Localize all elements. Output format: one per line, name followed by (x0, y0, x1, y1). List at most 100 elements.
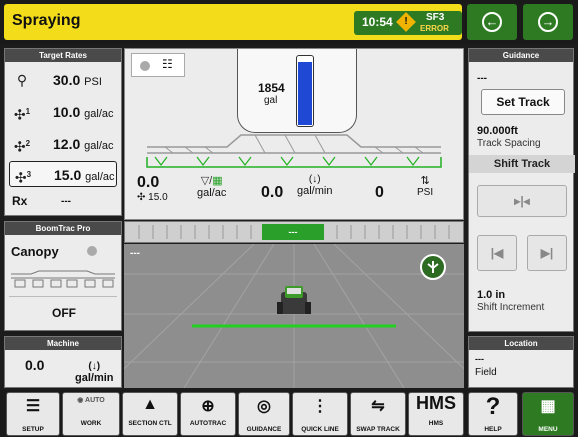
alert-code: SF3 (426, 12, 445, 23)
product-2-icon: ✣2 (13, 138, 31, 155)
toolbar-setup[interactable]: ☰ SETUP (6, 392, 60, 436)
guidance-icon: ◎ (257, 398, 271, 415)
set-track-button[interactable]: Set Track (481, 89, 565, 115)
tank-unit: gal (264, 95, 278, 106)
boomtrac-panel[interactable]: BoomTrac Pro Canopy OFF (4, 221, 122, 331)
work-auto-label: AUTO (85, 397, 105, 404)
toolbar-label: HMS (428, 420, 444, 427)
location-field: Field (475, 367, 497, 378)
location-title: Location (469, 337, 573, 350)
toolbar-autotrac[interactable]: ⊕ AUTOTRAC (180, 392, 236, 436)
product-3-icon: ✣3 (14, 169, 32, 186)
toolbar-work[interactable]: ◉ AUTO WORK (62, 392, 120, 436)
nozzle-status-button[interactable]: ☷ (131, 53, 185, 77)
target-rates-panel: Target Rates ⚲ 30.0 PSI ✣1 10.0 gal/ac ✣… (4, 48, 122, 216)
toolbar-label: MENU (538, 426, 558, 433)
shift-left-button[interactable]: |◀ (477, 235, 517, 271)
guidance-map[interactable]: --- (124, 244, 464, 388)
pressure-unit-block: ⇅ PSI (417, 174, 433, 220)
machine-unit-wrap: (↓) gal/min (75, 361, 114, 384)
toolbar-quick-line[interactable]: ⋮ QUICK LINE (292, 392, 348, 436)
map-perspective (124, 244, 464, 388)
track-spacing-value: 90.000ft (477, 125, 518, 137)
boomtrac-title: BoomTrac Pro (5, 222, 121, 235)
machine-panel: Machine 0.0 (↓) gal/min (4, 336, 122, 388)
nozzle-icon: ☷ (162, 57, 173, 71)
rate-value: 15.0 (54, 167, 82, 183)
rate-unit: gal/ac (197, 187, 227, 199)
bottom-toolbar: ☰ SETUP ◉ AUTO WORK ▲ SECTION CTL ⊕ AUTO… (0, 390, 578, 437)
compass-button[interactable] (420, 254, 446, 280)
section-control-icon: ▲ (142, 396, 158, 413)
setup-list-icon: ☰ (25, 398, 41, 415)
pressure-unit: PSI (417, 187, 434, 198)
forward-button[interactable]: → (523, 4, 573, 40)
shift-track-header: Shift Track (469, 155, 575, 173)
flow-icon: (↓) (88, 361, 101, 372)
section-bar[interactable]: --- (124, 221, 464, 243)
rate-mode-icon: ▽/▦ (200, 175, 223, 187)
applied-rate: 0.0 ✣ 15.0 (137, 174, 168, 220)
shift-left-icon: |◀ (490, 246, 504, 260)
boomtrac-mode: Canopy (11, 244, 59, 259)
toolbar-menu[interactable]: ▦ MENU (522, 392, 574, 436)
product-icon: ✣ (137, 192, 146, 203)
arrow-left-circle-icon: ← (482, 12, 502, 32)
toolbar-label: SWAP TRACK (356, 426, 400, 433)
target-rates-title: Target Rates (5, 49, 121, 62)
flow-unit: gal/min (297, 185, 333, 197)
tank-display: 1854 gal (237, 49, 357, 133)
machine-title: Machine (5, 337, 121, 350)
location-panel[interactable]: Location --- Field (468, 336, 574, 388)
boomtrac-state: OFF (52, 306, 76, 320)
work-auto-icon: ◉ (77, 397, 84, 404)
track-spacing-label: Track Spacing (477, 138, 541, 149)
toolbar-label: QUICK LINE (301, 426, 339, 433)
toolbar-label: WORK (80, 420, 102, 427)
rate-row-pressure[interactable]: ⚲ 30.0 PSI (9, 67, 117, 93)
machine-unit: gal/min (75, 372, 114, 384)
applied-rate-value: 0.0 (137, 174, 160, 191)
toolbar-label: AUTOTRAC (189, 420, 227, 427)
status-led-icon (140, 61, 150, 71)
alert-status: ERROR (420, 24, 449, 33)
toolbar-hms[interactable]: HMS HMS (408, 392, 464, 436)
rate-row-product-3[interactable]: ✣3 15.0 gal/ac (9, 161, 117, 187)
tank-fill-level (298, 62, 312, 125)
flow-unit-block: (↓) gal/min (297, 174, 332, 220)
machine-value: 0.0 (25, 357, 45, 373)
pressure-icon: ⇅ (420, 175, 430, 187)
product-1-icon: ✣1 (13, 106, 31, 123)
rate-row-product-1[interactable]: ✣1 10.0 gal/ac (9, 99, 117, 125)
toolbar-swap-track[interactable]: ⇋ SWAP TRACK (350, 392, 406, 436)
clock-time: 10:54 (362, 15, 393, 29)
shift-right-button[interactable]: ▶| (527, 235, 567, 271)
divider (9, 296, 117, 297)
center-track-icon: ▸|◂ (514, 194, 530, 208)
toolbar-help[interactable]: ? HELP (468, 392, 518, 436)
shift-right-icon: ▶| (540, 246, 554, 260)
rate-value: 10.0 (53, 104, 81, 120)
page-title: Spraying (12, 12, 81, 29)
rate-unit: PSI (84, 76, 102, 88)
menu-grid-icon: ▦ (540, 398, 556, 415)
warning-icon: ! (396, 12, 416, 32)
pressure-gauge-icon: ⚲ (16, 72, 28, 88)
sprayer-status-area: ☷ 1854 gal 0.0 ✣ 15.0 ▽/▦ gal/ac 0.0 (↓)… (124, 48, 464, 220)
toolbar-label: SECTION CTL (128, 420, 172, 427)
guidance-panel: Guidance --- Set Track 90.000ft Track Sp… (468, 48, 575, 332)
tank-gauge (296, 55, 314, 127)
rate-row-product-2[interactable]: ✣2 12.0 gal/ac (9, 131, 117, 157)
toolbar-guidance[interactable]: ◎ GUIDANCE (238, 392, 290, 436)
swap-track-icon: ⇋ (371, 398, 385, 415)
shift-center-button[interactable]: ▸|◂ (477, 185, 567, 217)
rate-value: 12.0 (53, 136, 81, 152)
sprayer-boom-icon (146, 134, 442, 168)
rate-readouts: 0.0 ✣ 15.0 ▽/▦ gal/ac 0.0 (↓) gal/min 0 … (125, 174, 465, 220)
status-clock[interactable]: 10:54 ! SF3 ERROR (354, 11, 462, 35)
map-status: --- (130, 248, 140, 259)
rx-value: --- (61, 196, 71, 207)
compass-arrow-icon (427, 261, 439, 273)
back-button[interactable]: ← (467, 4, 517, 40)
toolbar-section-ctl[interactable]: ▲ SECTION CTL (122, 392, 178, 436)
